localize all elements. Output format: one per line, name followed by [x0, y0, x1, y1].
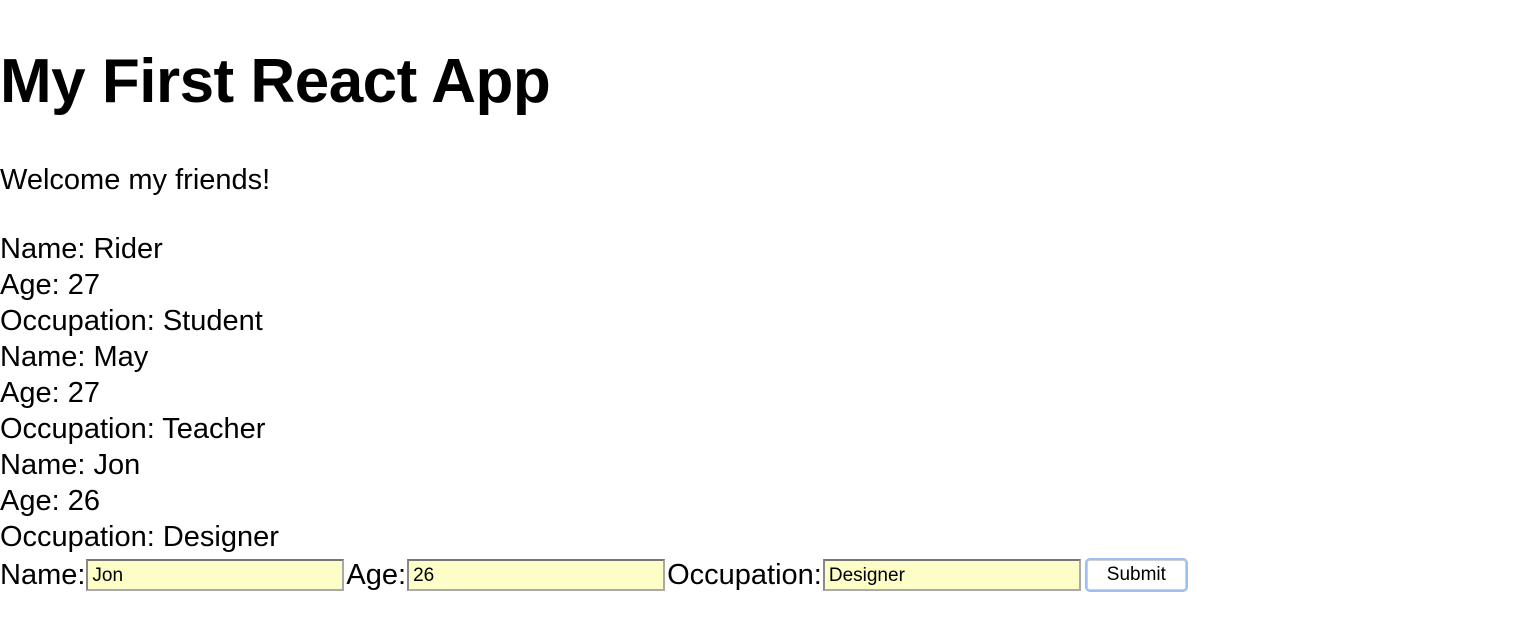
app-page: My First React App Welcome my friends! N…	[0, 0, 1522, 628]
person-age: Age: 27	[0, 269, 100, 301]
person-entry-jon: Name: Jon Age: 26 Occupation: Designer	[0, 447, 279, 555]
submit-button[interactable]: Submit	[1084, 558, 1188, 592]
people-list: Name: Rider Age: 27 Occupation: Student …	[0, 231, 279, 555]
person-age: Age: 27	[0, 377, 100, 409]
name-input[interactable]	[86, 559, 345, 591]
age-input[interactable]	[407, 559, 666, 591]
person-entry-may: Name: May Age: 27 Occupation: Teacher	[0, 339, 279, 447]
person-age: Age: 26	[0, 485, 100, 517]
welcome-message: Welcome my friends!	[0, 164, 271, 196]
person-occupation: Occupation: Designer	[0, 521, 279, 553]
add-person-form: Name: Age: Occupation: Submit	[0, 555, 1188, 595]
page-title: My First React App	[0, 47, 551, 116]
name-label: Name:	[0, 559, 86, 591]
person-name: Name: May	[0, 341, 149, 373]
occupation-input[interactable]	[822, 559, 1081, 591]
occupation-label: Occupation:	[667, 559, 822, 591]
age-label: Age:	[346, 559, 407, 591]
person-name: Name: Jon	[0, 449, 141, 481]
person-occupation: Occupation: Teacher	[0, 413, 266, 445]
person-occupation: Occupation: Student	[0, 305, 263, 337]
person-name: Name: Rider	[0, 233, 163, 265]
person-entry-rider: Name: Rider Age: 27 Occupation: Student	[0, 231, 279, 339]
